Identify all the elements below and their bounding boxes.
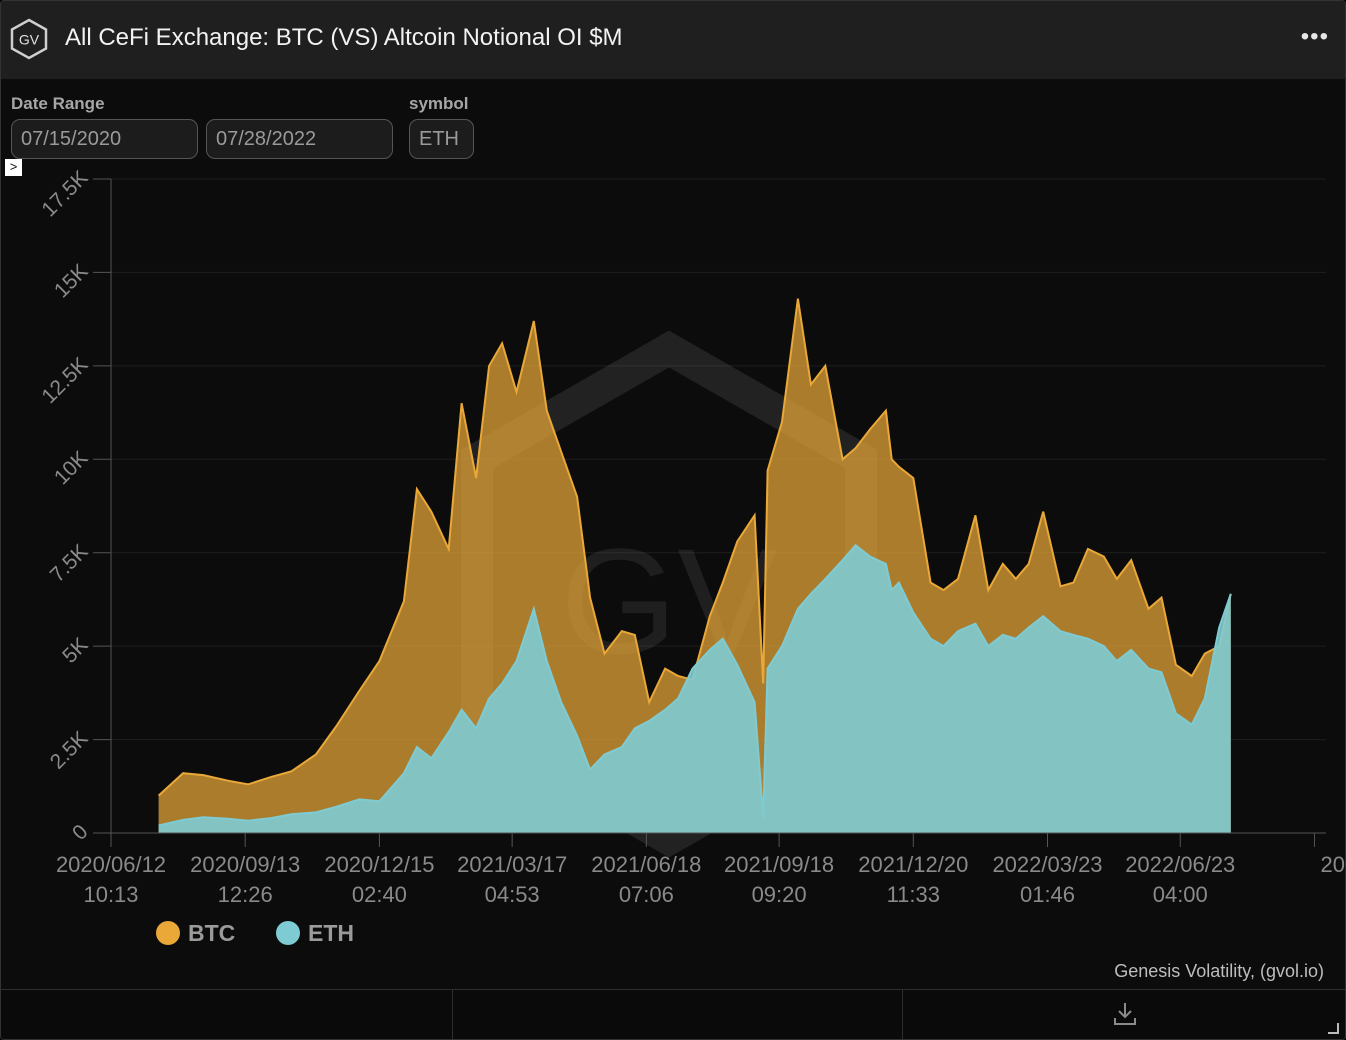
y-tick-label: 17.5K bbox=[37, 166, 92, 221]
x-tick-label: 04:00 bbox=[1153, 882, 1208, 907]
y-axis-ticks: 0 2.5K 5K 7.5K 10K 12.5K 15K 17.5K bbox=[37, 166, 111, 845]
legend-item-eth[interactable]: ETH bbox=[276, 918, 354, 948]
x-tick-label: 2020/06/12 bbox=[56, 852, 166, 877]
start-date-input[interactable]: 07/15/2020 bbox=[11, 119, 198, 159]
y-tick-label: 7.5K bbox=[46, 540, 93, 587]
x-tick-label: 2021/03/17 bbox=[457, 852, 567, 877]
x-tick-label: 2021/09/18 bbox=[724, 852, 834, 877]
footer-divider bbox=[902, 990, 903, 1039]
panel-footer bbox=[1, 989, 1345, 1039]
x-tick-label: 2020/09/13 bbox=[190, 852, 300, 877]
x-tick-label: 2022/06/23 bbox=[1125, 852, 1235, 877]
x-tick-label: 02:40 bbox=[352, 882, 407, 907]
symbol-select[interactable]: ETH bbox=[409, 119, 474, 159]
x-tick-label: 2021/06/18 bbox=[591, 852, 701, 877]
symbol-label: symbol bbox=[409, 94, 469, 113]
download-icon[interactable] bbox=[1111, 1000, 1139, 1028]
panel-title: All CeFi Exchange: BTC (VS) Altcoin Noti… bbox=[65, 24, 623, 51]
x-tick-label: 2022/03/23 bbox=[992, 852, 1102, 877]
area-chart: GV 02.5K5K7.5K10K12.5K15K17.5K 2020/06/1… bbox=[37, 166, 1345, 907]
y-tick-label: 10K bbox=[50, 447, 93, 490]
x-tick-label: 10:13 bbox=[83, 882, 138, 907]
y-tick-label: 2.5K bbox=[46, 727, 93, 774]
date-range-label: Date Range bbox=[11, 94, 105, 113]
y-tick-label: 15K bbox=[50, 260, 93, 303]
source-credit: Genesis Volatility, (gvol.io) bbox=[1114, 961, 1324, 981]
more-options-icon[interactable]: ••• bbox=[1301, 23, 1329, 51]
logo-text: GV bbox=[19, 32, 40, 48]
x-tick-label: 12:26 bbox=[218, 882, 273, 907]
x-tick-label: 11:33 bbox=[887, 882, 940, 907]
end-date-input[interactable]: 07/28/2022 bbox=[206, 119, 393, 159]
y-tick-label: 0 bbox=[68, 820, 93, 845]
legend-label-btc: BTC bbox=[188, 919, 236, 946]
x-tick-label: 2022/… bbox=[1320, 852, 1345, 877]
x-axis-ticks: 2020/06/12 10:13 2020/09/13 12:26 2020/12/15… bbox=[56, 833, 1345, 907]
x-tick-label: 09:20 bbox=[752, 882, 807, 907]
x-tick-label: 01:46 bbox=[1020, 882, 1075, 907]
footer-divider bbox=[452, 990, 453, 1039]
x-tick-label: 2021/12/20 bbox=[858, 852, 968, 877]
y-tick-label: 12.5K bbox=[37, 353, 92, 408]
gvol-logo: GV bbox=[10, 18, 48, 60]
legend-dot-eth bbox=[276, 921, 300, 945]
x-tick-label: 2020/12/15 bbox=[324, 852, 434, 877]
panel-header: GV All CeFi Exchange: BTC (VS) Altcoin N… bbox=[1, 1, 1345, 79]
resize-handle-icon[interactable] bbox=[1327, 1022, 1339, 1034]
legend-item-btc[interactable]: BTC bbox=[156, 918, 235, 948]
chart-panel: GV All CeFi Exchange: BTC (VS) Altcoin N… bbox=[0, 0, 1346, 1040]
x-tick-label: 04:53 bbox=[485, 882, 540, 907]
legend-dot-btc bbox=[156, 921, 180, 945]
x-tick-label: 07:06 bbox=[619, 882, 674, 907]
y-tick-label: 5K bbox=[58, 633, 92, 667]
legend-label-eth: ETH bbox=[308, 919, 354, 946]
